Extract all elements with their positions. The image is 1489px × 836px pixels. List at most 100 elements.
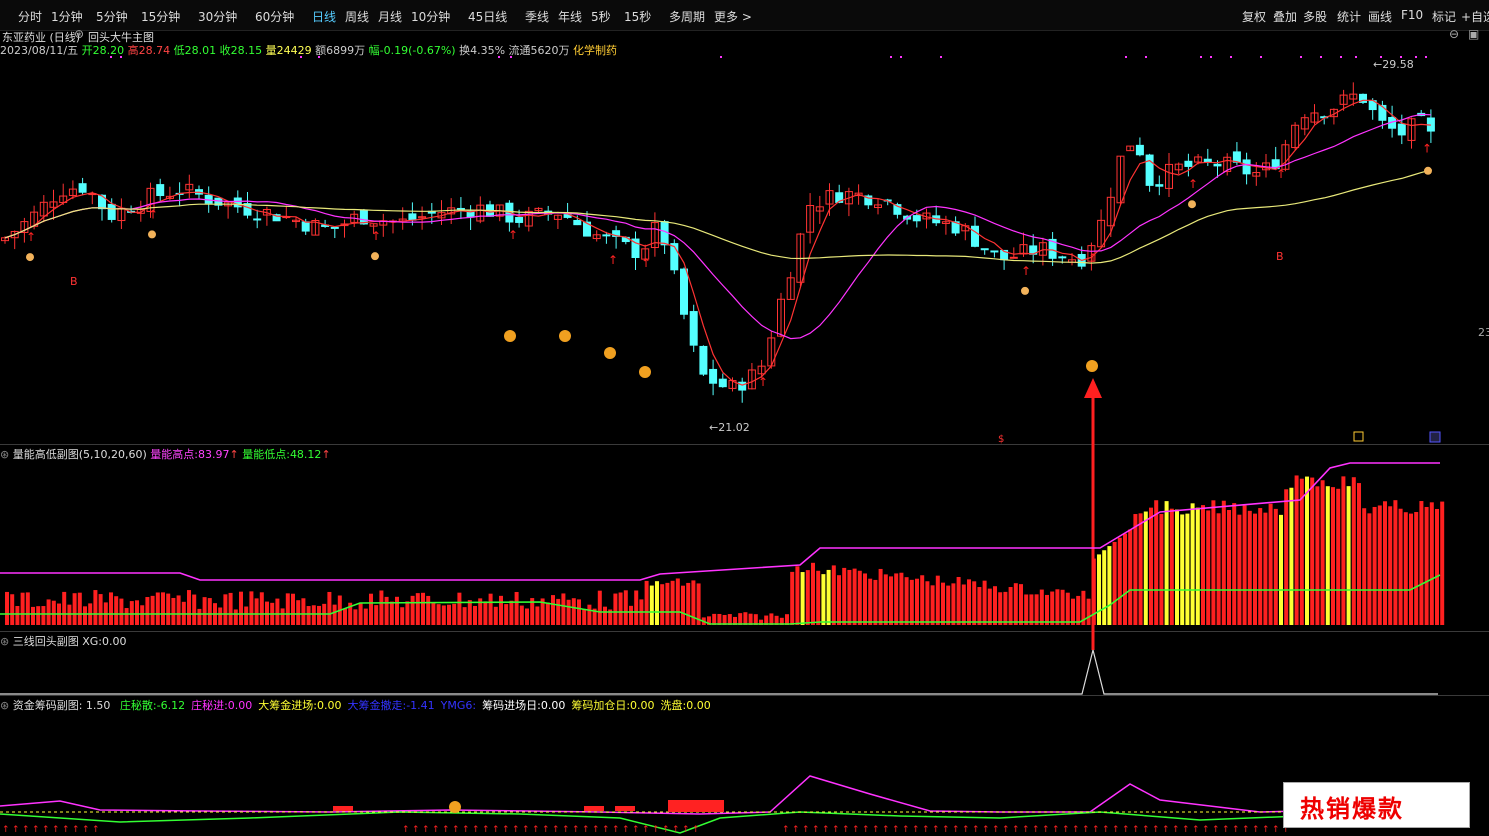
candle-body: [912, 215, 921, 222]
volume-bar: [1377, 505, 1382, 625]
candle-body: [602, 234, 611, 237]
volume-bar: [1102, 550, 1107, 625]
buy-arrow-icon: ↑: [1276, 167, 1286, 181]
volume-bar: [353, 609, 358, 625]
volume-bar: [930, 585, 935, 625]
calendar-icon: [1353, 431, 1364, 442]
volume-bar: [67, 604, 72, 625]
bottom-arrow-icon: ↑: [1062, 825, 1070, 835]
bottom-arrow-icon: ↑: [1072, 825, 1080, 835]
bottom-arrow-icon: ↑: [1202, 825, 1210, 835]
signal-dot: [300, 56, 302, 58]
bottom-arrow-icon: ↑: [942, 825, 950, 835]
volume-bar: [1107, 546, 1112, 625]
candle-body: [980, 248, 989, 251]
volume-bar: [166, 593, 171, 625]
volume-bar: [889, 576, 893, 625]
volume-bar: [883, 574, 888, 625]
buy-arrow-icon: ↑: [758, 375, 768, 389]
signal-dot: [900, 56, 902, 58]
volume-bar: [514, 591, 519, 625]
volume-bar: [1013, 583, 1018, 625]
finance-icon: [1429, 431, 1441, 443]
volume-bar: [623, 590, 628, 625]
volume-bar: [603, 606, 607, 625]
bottom-arrow-icon: ↑: [852, 825, 860, 835]
volume-bar: [837, 575, 841, 625]
volume-bar: [847, 569, 852, 625]
volume-bar: [358, 603, 363, 625]
bottom-arrow-icon: ↑: [892, 825, 900, 835]
volume-bar: [436, 604, 441, 625]
bottom-arrow-icon: ↑: [862, 825, 870, 835]
bottom-arrow-icon: ↑: [1232, 825, 1240, 835]
volume-bar: [1388, 506, 1393, 625]
candle-body: [709, 368, 718, 384]
candle-body: [1242, 159, 1251, 175]
bottom-arrow-icon: ↑: [662, 825, 670, 835]
volume-bar: [956, 576, 961, 625]
candle-body: [971, 225, 979, 247]
volume-bar: [41, 606, 46, 625]
volume-bar: [1112, 541, 1117, 625]
bottom-arrow-icon: ↑: [1142, 825, 1150, 835]
hand-icon: [1188, 200, 1196, 209]
candle-body: [990, 250, 999, 253]
candle-body: [1213, 163, 1222, 167]
volume-bar: [1424, 506, 1429, 625]
bottom-arrow-icon: ↑: [982, 825, 990, 835]
bottom-arrow-icon: ↑: [1192, 825, 1200, 835]
candle-body: [660, 221, 669, 246]
candle-body: [718, 378, 727, 388]
volume-bar: [431, 602, 436, 625]
volume-bar: [1367, 513, 1372, 625]
signal-coin-icon: [559, 330, 571, 342]
volume-bar: [192, 594, 197, 625]
volume-bar: [1320, 480, 1325, 625]
ma-short-line: [4, 99, 1431, 386]
bottom-arrow-icon: ↑: [32, 825, 40, 835]
bottom-arrow-icon: ↑: [1242, 825, 1250, 835]
volume-bar: [98, 594, 103, 625]
volume-bar: [1143, 511, 1148, 625]
volume-bar: [1086, 598, 1091, 625]
candle-body: [1232, 151, 1241, 163]
volume-bar: [1398, 508, 1403, 625]
candle-body: [1058, 256, 1067, 259]
volume-bar: [1024, 594, 1029, 625]
signal-dot: [120, 56, 122, 58]
volume-bar: [743, 612, 748, 625]
candle-body: [253, 218, 262, 221]
volume-bar: [868, 578, 873, 625]
volume-bar: [946, 585, 951, 625]
volume-bar: [25, 592, 30, 625]
volume-bar: [857, 570, 862, 625]
volume-bar: [1331, 487, 1335, 625]
volume-bar: [998, 592, 1003, 625]
bottom-arrow-icon: ↑: [672, 825, 680, 835]
bottom-arrow-icon: ↑: [1092, 825, 1100, 835]
volume-bar: [629, 605, 633, 625]
candle-body: [1145, 154, 1154, 186]
bottom-arrow-icon: ↑: [632, 825, 640, 835]
candle-body: [1155, 184, 1164, 187]
volume-bar: [1414, 512, 1419, 625]
volume-bar: [389, 601, 394, 625]
volume-bar: [977, 587, 982, 625]
bottom-arrow-icon: ↑: [522, 825, 530, 835]
volume-bar: [306, 606, 311, 625]
signal-coin-icon: [504, 330, 516, 342]
bottom-arrow-icon: ↑: [1082, 825, 1090, 835]
volume-bar: [72, 593, 77, 625]
kline-chart[interactable]: ↑↑↑ ↑↑ ↑↑↑↑↑↑↑BB$↑ ↑ ↑ ↑ ↑ ↑ ↑ ↑ ↑ ↑ ↑ ↑ ↑ ↑ ↑ ↑ ↑ ↑ ↑ ↑ ↑ ↑ ↑ ↑ ↑…: [0, 0, 1489, 836]
volume-bar: [1325, 486, 1330, 625]
volume-bar: [1383, 501, 1387, 625]
volume-bar: [1289, 487, 1294, 625]
bottom-arrow-icon: ↑: [482, 825, 490, 835]
volume-bar: [571, 598, 576, 625]
volume-bar: [561, 593, 566, 625]
signal-coin-icon: [449, 801, 461, 813]
volume-bar: [795, 566, 800, 625]
signal-dot: [1230, 56, 1232, 58]
bottom-arrow-icon: ↑: [2, 825, 10, 835]
